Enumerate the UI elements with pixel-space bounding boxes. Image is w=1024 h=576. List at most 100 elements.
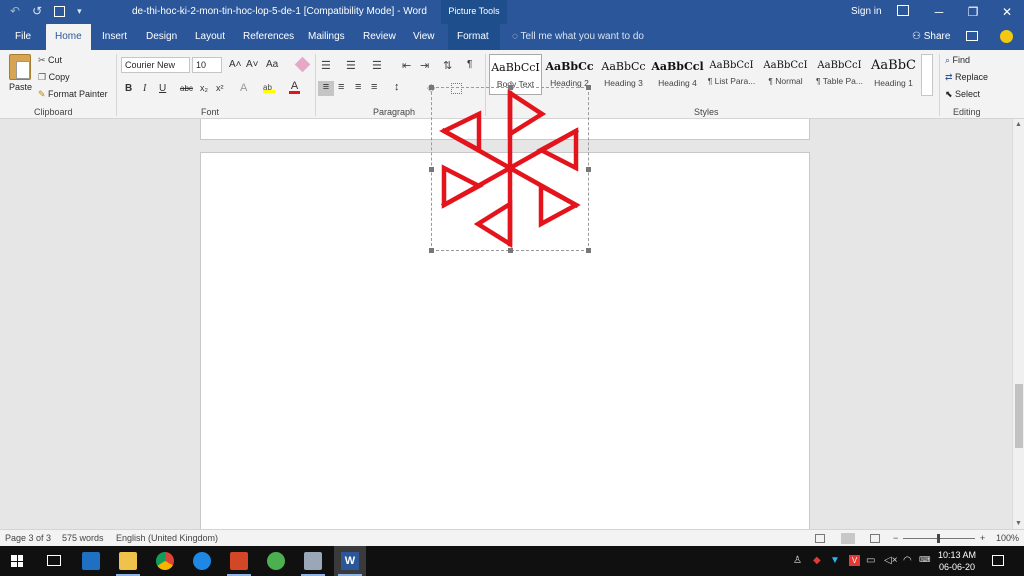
- customize-qat-icon[interactable]: ▾: [77, 6, 82, 18]
- cut-button[interactable]: ✂ Cut: [38, 55, 62, 66]
- tray-antivirus-icon[interactable]: ◆: [813, 555, 821, 566]
- keyboard-icon[interactable]: ⌨: [919, 555, 931, 564]
- tray-person-icon[interactable]: ♙: [793, 555, 802, 566]
- style-heading-4[interactable]: AaBbCcl Heading 4: [651, 54, 704, 95]
- grow-font-button[interactable]: A˄: [229, 59, 242, 70]
- selected-picture[interactable]: [429, 85, 591, 253]
- resize-handle-ne[interactable]: [586, 85, 591, 90]
- zoom-in-button[interactable]: +: [980, 533, 985, 543]
- align-right-icon[interactable]: ≡: [355, 81, 361, 93]
- wifi-icon[interactable]: ◠: [903, 555, 912, 566]
- tab-design[interactable]: Design: [137, 24, 186, 50]
- ribbon-display-options-icon[interactable]: [897, 5, 909, 16]
- numbering-icon[interactable]: ☰: [346, 59, 356, 72]
- scroll-down-icon[interactable]: ▼: [1015, 520, 1022, 527]
- share-button[interactable]: ⚇ Share: [912, 24, 950, 50]
- clear-formatting-icon[interactable]: [294, 56, 311, 73]
- subscript-button[interactable]: x₂: [200, 83, 208, 93]
- app-icon[interactable]: [304, 552, 322, 570]
- powerpoint-icon[interactable]: [230, 552, 248, 570]
- replace-button[interactable]: ⇄ Replace: [945, 72, 988, 83]
- resize-handle-w[interactable]: [429, 167, 434, 172]
- style-table-paragraph[interactable]: AaBbCcI ¶ Table Pa...: [813, 54, 866, 95]
- undo-icon[interactable]: ↶: [10, 4, 20, 18]
- tab-layout[interactable]: Layout: [186, 24, 234, 50]
- feedback-smiley-icon[interactable]: [1000, 30, 1013, 43]
- resize-handle-e[interactable]: [586, 167, 591, 172]
- paste-button[interactable]: Paste: [9, 82, 32, 92]
- superscript-button[interactable]: x²: [216, 83, 224, 93]
- align-left-icon[interactable]: ≡: [318, 81, 334, 96]
- language-indicator[interactable]: English (United Kingdom): [116, 533, 218, 543]
- format-painter-button[interactable]: ✎ Format Painter: [38, 89, 108, 100]
- decrease-indent-icon[interactable]: ⇤: [402, 59, 411, 72]
- read-mode-icon[interactable]: [815, 534, 825, 543]
- vertical-scrollbar[interactable]: ▲ ▼: [1012, 119, 1024, 529]
- action-center-icon[interactable]: [992, 555, 1004, 566]
- paste-icon[interactable]: [9, 54, 31, 80]
- underline-button[interactable]: U: [159, 83, 166, 94]
- copy-button[interactable]: ❐ Copy: [38, 72, 70, 83]
- bold-button[interactable]: B: [125, 83, 132, 94]
- word-count[interactable]: 575 words: [62, 533, 104, 543]
- justify-icon[interactable]: ≡: [371, 81, 377, 93]
- restore-button[interactable]: ❐: [956, 0, 990, 24]
- app-icon[interactable]: [267, 552, 285, 570]
- tab-references[interactable]: References: [234, 24, 303, 50]
- tray-v-icon[interactable]: V: [849, 555, 860, 566]
- tab-file[interactable]: File: [6, 24, 40, 50]
- windows-start-icon[interactable]: [11, 555, 23, 567]
- style-normal[interactable]: AaBbCcI ¶ Normal: [759, 54, 812, 95]
- minimize-button[interactable]: ─: [922, 0, 956, 24]
- chrome-icon[interactable]: [156, 552, 174, 570]
- tab-insert[interactable]: Insert: [93, 24, 136, 50]
- print-layout-icon[interactable]: [841, 533, 855, 544]
- resize-handle-se[interactable]: [586, 248, 591, 253]
- tab-format[interactable]: Format: [448, 24, 500, 50]
- volume-icon[interactable]: ◁×: [884, 555, 898, 566]
- style-list-paragraph[interactable]: AaBbCcI ¶ List Para...: [705, 54, 758, 95]
- line-spacing-icon[interactable]: ↕: [394, 81, 400, 93]
- zoom-level[interactable]: 100%: [996, 533, 1019, 543]
- align-center-icon[interactable]: ≡: [338, 81, 344, 93]
- sort-icon[interactable]: ⇅: [443, 59, 452, 72]
- close-button[interactable]: ✕: [990, 0, 1024, 24]
- font-size-box[interactable]: 10: [192, 57, 222, 73]
- system-clock[interactable]: 10:13 AM 06-06-20: [938, 549, 976, 573]
- text-effects-icon[interactable]: A: [240, 82, 247, 94]
- resize-handle-n[interactable]: [508, 85, 513, 90]
- word-taskbar-button[interactable]: W: [334, 546, 366, 576]
- save-icon[interactable]: [54, 6, 66, 17]
- font-name-box[interactable]: Courier New: [121, 57, 190, 73]
- styles-gallery-scroll[interactable]: [921, 54, 933, 96]
- style-heading-3[interactable]: AaBbCc Heading 3: [597, 54, 650, 95]
- select-button[interactable]: ⬉ Select: [945, 89, 980, 100]
- edge-icon[interactable]: [193, 552, 211, 570]
- comments-icon[interactable]: [966, 31, 978, 41]
- italic-button[interactable]: I: [143, 83, 146, 94]
- redo-icon[interactable]: ↺: [32, 4, 42, 18]
- change-case-button[interactable]: Aa: [266, 59, 278, 70]
- multilevel-list-icon[interactable]: ☰: [372, 59, 382, 72]
- font-color-icon[interactable]: A: [289, 80, 300, 94]
- zoom-slider-thumb[interactable]: [937, 534, 940, 543]
- tab-mailings[interactable]: Mailings: [299, 24, 354, 50]
- tell-me-box[interactable]: ◌ Tell me what you want to do: [512, 24, 644, 50]
- sign-in-link[interactable]: Sign in: [851, 6, 882, 17]
- resize-handle-s[interactable]: [508, 248, 513, 253]
- tab-home[interactable]: Home: [46, 24, 91, 50]
- tray-app-icon[interactable]: ▼: [830, 555, 840, 566]
- zoom-out-button[interactable]: −: [893, 533, 898, 543]
- tab-review[interactable]: Review: [354, 24, 405, 50]
- find-button[interactable]: ⌕ Find: [945, 55, 970, 66]
- style-heading-1[interactable]: AaBbC Heading 1: [867, 54, 920, 95]
- tab-view[interactable]: View: [404, 24, 444, 50]
- highlight-color-icon[interactable]: ab: [263, 83, 275, 93]
- resize-handle-sw[interactable]: [429, 248, 434, 253]
- page-count[interactable]: Page 3 of 3: [5, 533, 51, 543]
- task-view-icon[interactable]: [47, 555, 61, 566]
- resize-handle-nw[interactable]: [429, 85, 434, 90]
- scroll-up-icon[interactable]: ▲: [1015, 121, 1022, 128]
- strikethrough-button[interactable]: abc: [180, 84, 193, 93]
- bullets-icon[interactable]: ☰: [321, 59, 331, 72]
